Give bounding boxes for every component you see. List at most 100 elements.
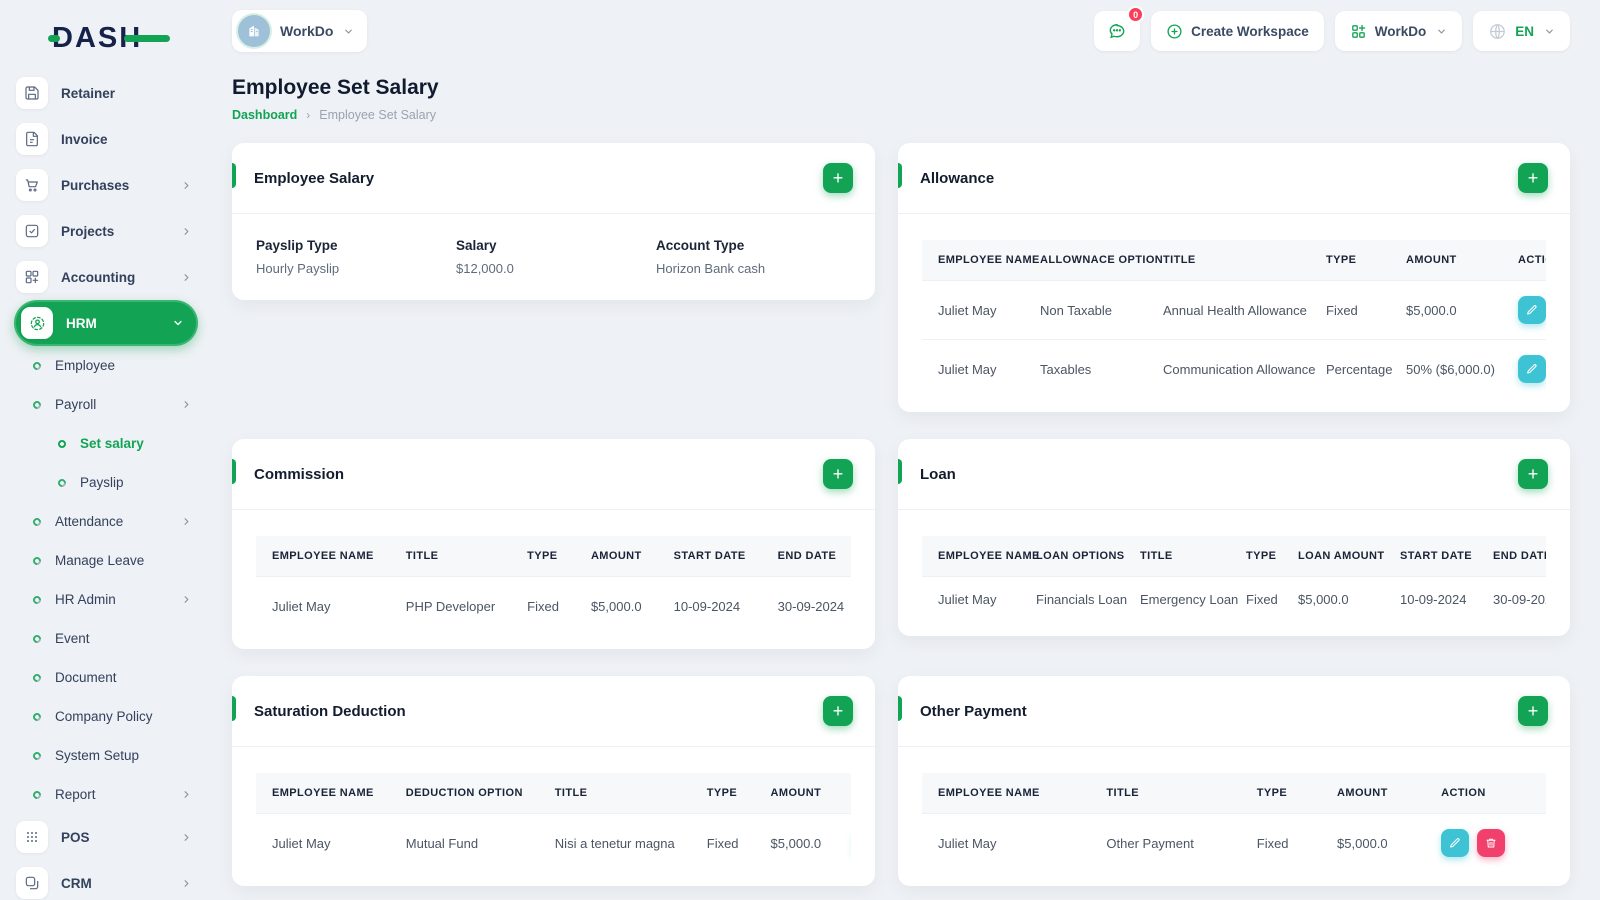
column-header: START DATE: [657, 536, 762, 577]
plus-circle-icon: [1167, 23, 1182, 39]
bullet-icon: [31, 749, 43, 762]
content-grid: Employee Salary + Payslip Type Hourly Pay…: [232, 143, 1570, 900]
edit-button[interactable]: [1518, 355, 1546, 383]
sidebar-item-accounting[interactable]: Accounting: [0, 254, 212, 300]
allowance-card: Allowance + EMPLOYEE NAME ALLOWNACE OPTIO…: [898, 143, 1570, 412]
sidebar-item-document[interactable]: Document: [0, 658, 212, 697]
create-workspace-button[interactable]: Create Workspace: [1151, 11, 1324, 51]
chevron-right-icon: [181, 594, 192, 605]
workdo-menu-button[interactable]: WorkDo: [1334, 11, 1463, 51]
field-value: $12,000.0: [456, 261, 514, 276]
column-header: DEDUCTION OPTION: [389, 773, 539, 814]
invoice-icon: [16, 123, 48, 155]
chevron-down-icon: [343, 26, 354, 37]
cart-icon: [16, 169, 48, 201]
chat-icon: [1109, 24, 1125, 39]
sidebar-item-payroll[interactable]: Payroll: [0, 385, 212, 424]
sidebar-item-payslip[interactable]: Payslip: [0, 463, 212, 502]
sidebar-item-attendance[interactable]: Attendance: [0, 502, 212, 541]
sidebar-item-hr-admin[interactable]: HR Admin: [0, 580, 212, 619]
sidebar-item-label: HRM: [66, 315, 97, 331]
chevron-down-icon: [1544, 26, 1555, 37]
sidebar-item-manage-leave[interactable]: Manage Leave: [0, 541, 212, 580]
hrm-icon: [21, 307, 53, 339]
chevron-right-icon: [181, 272, 192, 283]
bullet-icon: [56, 437, 68, 450]
column-header: ALLOWNACE OPTION: [1024, 240, 1163, 281]
workspace-selector[interactable]: WorkDo: [232, 10, 368, 52]
sidebar-item-system-setup[interactable]: System Setup: [0, 736, 212, 775]
chevron-right-icon: [181, 832, 192, 843]
table-row: Juliet May Mutual Fund Nisi a tenetur magn…: [256, 813, 851, 872]
sidebar-item-label: Retainer: [61, 85, 116, 101]
sidebar-item-label: Accounting: [61, 269, 136, 285]
column-header: EMPLOYEE NAME: [922, 240, 1039, 281]
delete-button[interactable]: [1477, 829, 1506, 857]
sidebar-item-projects[interactable]: Projects: [0, 208, 212, 254]
table-cell: 10-09-2024: [657, 576, 762, 635]
table-cell: Percentage: [1310, 339, 1393, 398]
sidebar-item-report[interactable]: Report: [0, 775, 212, 814]
column-header: AMOUNT: [1390, 240, 1502, 281]
card-header: Commission +: [232, 439, 875, 510]
sidebar-item-purchases[interactable]: Purchases: [0, 162, 212, 208]
add-button[interactable]: +: [823, 163, 853, 193]
sidebar-item-label: Payroll: [55, 397, 97, 412]
table-cell: Annual Health Allowance: [1147, 280, 1310, 340]
sidebar-item-crm[interactable]: CRM: [0, 860, 212, 900]
table-cell: $5,000.0: [1390, 280, 1502, 340]
sidebar-item-label: CRM: [61, 875, 92, 891]
workspace-avatar: [238, 15, 270, 47]
table-cell: $5,000.0: [1282, 576, 1384, 622]
column-header: TYPE: [1240, 773, 1322, 814]
edit-button[interactable]: [1441, 829, 1470, 857]
column-header: EMPLOYEE NAME: [256, 536, 390, 577]
chat-badge: 0: [1127, 6, 1145, 23]
sidebar-item-retainer[interactable]: Retainer: [0, 70, 212, 116]
add-button[interactable]: +: [823, 696, 853, 726]
column-header: AMOUNT: [574, 536, 658, 577]
add-button[interactable]: +: [1518, 163, 1548, 193]
language-selector[interactable]: EN: [1473, 11, 1570, 51]
table-cell: Nisi a tenetur magna: [538, 813, 691, 872]
pos-icon: [16, 821, 48, 853]
sidebar-item-employee[interactable]: Employee: [0, 346, 212, 385]
sidebar-item-label: Set salary: [80, 436, 144, 451]
breadcrumb-separator-icon: ›: [306, 108, 311, 122]
add-button[interactable]: +: [1518, 696, 1548, 726]
column-header: AMOUNT: [1321, 773, 1426, 814]
sidebar-item-hrm[interactable]: HRM: [14, 300, 198, 346]
sidebar-item-set-salary[interactable]: Set salary: [0, 424, 212, 463]
brand-logo[interactable]: DASH: [48, 16, 212, 60]
sidebar-item-label: HR Admin: [55, 592, 116, 607]
sidebar-nav: Retainer Invoice Purchases Projects Accounti…: [0, 70, 212, 900]
table-row: Juliet May Taxables Communication Allowanc…: [922, 339, 1546, 398]
bullet-icon: [56, 476, 68, 489]
loan-card: Loan + EMPLOYEE NAME LOAN OPTIONS TITLE TYP…: [898, 439, 1570, 636]
table-cell: Fixed: [1310, 280, 1390, 340]
column-header: TITLE: [1124, 536, 1230, 577]
globe-icon: [1490, 23, 1506, 39]
sidebar-item-label: Purchases: [61, 177, 130, 193]
card-header: Allowance +: [898, 143, 1570, 214]
chevron-right-icon: [181, 226, 192, 237]
messenger-button[interactable]: 0: [1094, 6, 1145, 51]
table-cell: PHP Developer: [389, 576, 512, 635]
add-button[interactable]: +: [823, 459, 853, 489]
column-header: TITLE: [538, 773, 691, 814]
edit-button[interactable]: [1518, 296, 1546, 324]
sidebar-item-pos[interactable]: POS: [0, 814, 212, 860]
table-cell: $5,000.0: [574, 576, 658, 635]
add-button[interactable]: +: [1518, 459, 1548, 489]
column-header: EMPLOYEE NAME: [256, 773, 390, 814]
sidebar-item-label: Invoice: [61, 131, 108, 147]
table-cell: Fixed: [511, 576, 575, 635]
table-cell: Taxables: [1024, 339, 1147, 398]
breadcrumb-dashboard-link[interactable]: Dashboard: [232, 108, 297, 122]
sidebar-item-company-policy[interactable]: Company Policy: [0, 697, 212, 736]
breadcrumb-current: Employee Set Salary: [319, 108, 437, 122]
sidebar-item-event[interactable]: Event: [0, 619, 212, 658]
building-icon: [249, 25, 259, 37]
sidebar-item-invoice[interactable]: Invoice: [0, 116, 212, 162]
chevron-right-icon: [181, 878, 192, 889]
